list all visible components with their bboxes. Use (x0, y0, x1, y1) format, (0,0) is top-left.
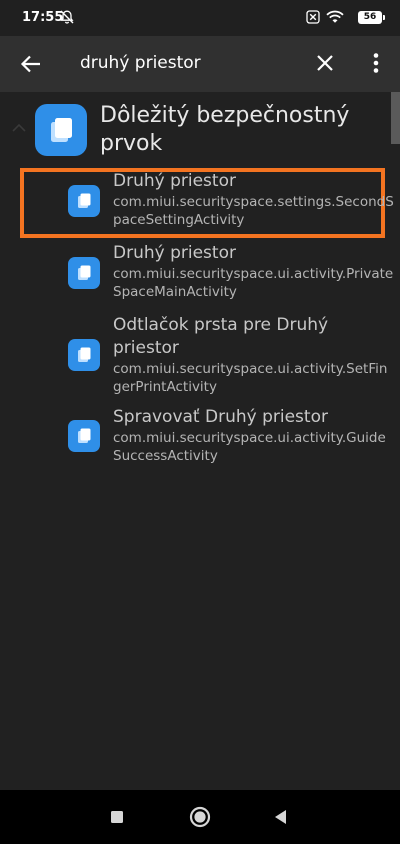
list-item[interactable]: Spravovať Druhý priestor com.miui.securi… (0, 406, 400, 478)
status-time: 17:55 (22, 10, 64, 25)
home-circle-icon[interactable] (187, 804, 213, 830)
status-bar: 17:55 56 (0, 0, 400, 36)
activity-group: Druhý priestor com.miui.securityspace.se… (0, 170, 400, 478)
activity-icon (68, 257, 100, 289)
app-screen: 17:55 56 druhý priestor Dôležitý bezpečn… (0, 0, 400, 844)
results-list[interactable]: Dôležitý bezpečnostný prvok Druhý priest… (0, 92, 400, 790)
list-item[interactable]: Druhý priestor com.miui.securityspace.se… (0, 170, 400, 242)
wifi-icon (326, 10, 344, 23)
activity-title: Druhý priestor (113, 243, 236, 263)
activity-class: com.miui.securityspace.ui.activity.Guide… (113, 430, 386, 464)
activity-class: com.miui.securityspace.settings.SecondSp… (113, 194, 394, 228)
chevron-up-icon[interactable] (10, 122, 28, 134)
close-box-icon (306, 10, 320, 24)
search-toolbar (0, 36, 400, 92)
app-name: Dôležitý bezpečnostný prvok (100, 103, 350, 156)
clear-search-icon[interactable] (310, 48, 340, 78)
activity-icon (68, 420, 100, 452)
recents-square-icon[interactable] (104, 804, 130, 830)
list-item[interactable]: Odtlačok prsta pre Druhý priestor com.mi… (0, 314, 400, 406)
list-item[interactable]: Druhý priestor com.miui.securityspace.ui… (0, 242, 400, 314)
back-triangle-icon[interactable] (268, 804, 294, 830)
search-input[interactable] (80, 48, 290, 78)
activity-class: com.miui.securityspace.ui.activity.Priva… (113, 266, 394, 300)
activity-class: com.miui.securityspace.ui.activity.SetFi… (113, 361, 388, 395)
activity-icon (68, 339, 100, 371)
scrollbar-thumb[interactable] (391, 92, 400, 144)
system-nav-bar (0, 790, 400, 844)
overflow-menu-icon[interactable] (362, 48, 390, 78)
activity-title: Druhý priestor (113, 171, 236, 191)
mute-bell-icon (60, 10, 74, 24)
back-arrow-icon[interactable] (14, 48, 48, 80)
activity-title: Odtlačok prsta pre Druhý priestor (113, 315, 329, 358)
activity-icon (68, 185, 100, 217)
app-glyph-icon (51, 118, 72, 142)
activity-title: Spravovať Druhý priestor (113, 407, 328, 427)
battery-icon: 56 (358, 11, 385, 24)
security-app-icon[interactable] (35, 104, 87, 156)
